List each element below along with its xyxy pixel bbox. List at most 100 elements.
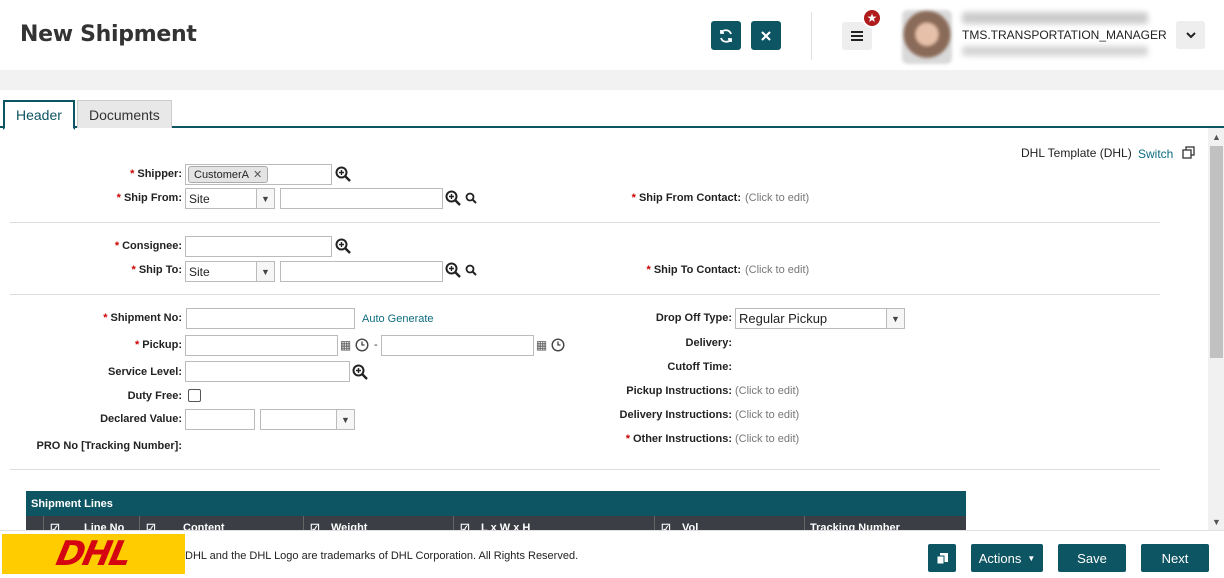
scrollbar-thumb[interactable] — [1210, 146, 1223, 358]
pickup-range-separator: - — [374, 339, 378, 351]
column-separator — [453, 516, 454, 530]
edit-col-icon: ☑ — [50, 523, 60, 530]
col-weight[interactable]: Weight — [331, 522, 367, 530]
refresh-button[interactable] — [711, 21, 741, 50]
pickup-end-input[interactable] — [381, 335, 534, 356]
star-icon: ★ — [866, 11, 878, 25]
scroll-down-arrow[interactable]: ▼ — [1210, 515, 1223, 529]
footer: DHL DHL and the DHL Logo are trademarks … — [0, 530, 1224, 578]
column-separator — [804, 516, 805, 530]
delivery-label: Delivery: — [685, 337, 732, 349]
duty-free-label: Duty Free: — [127, 390, 182, 402]
column-separator — [654, 516, 655, 530]
user-org-redacted — [962, 46, 1148, 56]
ship-from-type-select[interactable]: Site ▼ — [185, 188, 275, 209]
chevron-down-icon: ▼ — [256, 189, 274, 208]
zoom-search-icon[interactable] — [352, 364, 368, 380]
pickup-instructions-label: Pickup Instructions: — [626, 385, 732, 397]
col-line-no[interactable]: Line No — [84, 522, 124, 530]
currency-select[interactable]: ▼ — [260, 409, 355, 430]
auto-generate-link[interactable]: Auto Generate — [362, 313, 434, 325]
ship-to-contact-edit[interactable]: (Click to edit) — [745, 264, 809, 276]
user-menu-button[interactable] — [1176, 21, 1205, 49]
section-divider — [10, 222, 1160, 223]
copy-button[interactable] — [928, 544, 956, 572]
service-level-label: Service Level: — [108, 366, 182, 378]
delivery-instructions-edit[interactable]: (Click to edit) — [735, 409, 799, 421]
drop-off-type-label: Drop Off Type: — [655, 312, 732, 324]
search-icon[interactable] — [465, 264, 477, 276]
ship-from-contact-edit[interactable]: (Click to edit) — [745, 192, 809, 204]
edit-col-icon: ☑ — [460, 523, 470, 530]
edit-col-icon: ☑ — [310, 523, 320, 530]
ship-to-type-select[interactable]: Site ▼ — [185, 261, 275, 282]
col-dimensions[interactable]: L x W x H — [481, 522, 530, 530]
zoom-search-icon[interactable] — [445, 262, 461, 278]
calendar-icon[interactable]: ▦ — [339, 339, 352, 352]
zoom-search-icon[interactable] — [335, 166, 351, 182]
drop-off-type-value: Regular Pickup — [739, 311, 828, 326]
other-instructions-label: * Other Instructions: — [625, 433, 732, 445]
shipment-no-input[interactable] — [186, 308, 355, 329]
drop-off-type-select[interactable]: Regular Pickup ▼ — [735, 308, 905, 329]
edit-col-icon: ☑ — [661, 523, 671, 530]
page-title: New Shipment — [20, 22, 197, 47]
header-gap — [0, 70, 1224, 90]
col-vol[interactable]: Vol — [682, 522, 698, 530]
ship-from-input[interactable] — [280, 188, 443, 209]
shipper-label: * Shipper: — [130, 168, 182, 180]
ship-from-label: * Ship From: — [116, 192, 182, 204]
column-separator — [303, 516, 304, 530]
dhl-logo-text: DHL — [53, 534, 134, 574]
duty-free-checkbox[interactable] — [188, 389, 201, 402]
tab-documents[interactable]: Documents — [77, 100, 172, 128]
declared-value-input[interactable] — [185, 409, 255, 430]
column-separator — [43, 516, 44, 530]
avatar[interactable] — [902, 10, 952, 64]
col-tracking-number[interactable]: Tracking Number — [810, 522, 900, 530]
shipment-no-label: * Shipment No: — [103, 312, 182, 324]
shipper-tag-label: CustomerA — [194, 168, 250, 181]
chevron-down-icon: ▼ — [256, 262, 274, 281]
actions-button[interactable]: Actions ▼ — [971, 544, 1043, 572]
delivery-instructions-label: Delivery Instructions: — [619, 409, 732, 421]
notification-badge[interactable]: ★ — [862, 8, 882, 28]
service-level-input[interactable] — [185, 361, 350, 382]
pickup-start-input[interactable] — [185, 335, 338, 356]
chevron-down-icon: ▼ — [886, 309, 904, 328]
ship-to-type-value: Site — [189, 264, 210, 279]
ship-to-contact-label: * Ship To Contact: — [646, 264, 741, 276]
pickup-instructions-edit[interactable]: (Click to edit) — [735, 385, 799, 397]
copy-icon — [936, 552, 948, 564]
clock-icon[interactable] — [551, 338, 565, 352]
declared-value-label: Declared Value: — [100, 413, 182, 425]
header-divider — [811, 12, 812, 60]
remove-tag-icon[interactable]: ✕ — [253, 168, 262, 181]
col-content[interactable]: Content — [183, 522, 225, 530]
consignee-input[interactable] — [185, 236, 332, 257]
column-separator — [139, 516, 140, 530]
cutoff-time-label: Cutoff Time: — [667, 361, 732, 373]
tab-header[interactable]: Header — [3, 100, 75, 130]
other-instructions-edit[interactable]: (Click to edit) — [735, 433, 799, 445]
tab-bar: Header Documents — [0, 90, 1224, 130]
clock-icon[interactable] — [355, 338, 369, 352]
zoom-search-icon[interactable] — [445, 190, 461, 206]
refresh-icon — [720, 28, 732, 43]
scroll-up-arrow[interactable]: ▲ — [1210, 130, 1223, 144]
template-switch-link[interactable]: Switch — [1138, 147, 1173, 161]
close-button[interactable] — [751, 21, 781, 50]
shipment-lines-columns: ☑ Line No ☑ Content ☑ Weight ☑ L x W x H… — [26, 516, 966, 530]
next-button[interactable]: Next — [1141, 544, 1209, 572]
ship-to-input[interactable] — [280, 261, 443, 282]
close-icon — [761, 30, 771, 41]
zoom-search-icon[interactable] — [335, 238, 351, 254]
chevron-down-icon — [1185, 31, 1196, 38]
section-divider — [10, 294, 1160, 295]
save-button[interactable]: Save — [1058, 544, 1126, 572]
copy-icon[interactable] — [1182, 146, 1195, 159]
edit-col-icon: ☑ — [146, 523, 156, 530]
shipper-tag[interactable]: CustomerA ✕ — [188, 166, 269, 183]
calendar-icon[interactable]: ▦ — [535, 339, 548, 352]
search-icon[interactable] — [465, 192, 477, 204]
